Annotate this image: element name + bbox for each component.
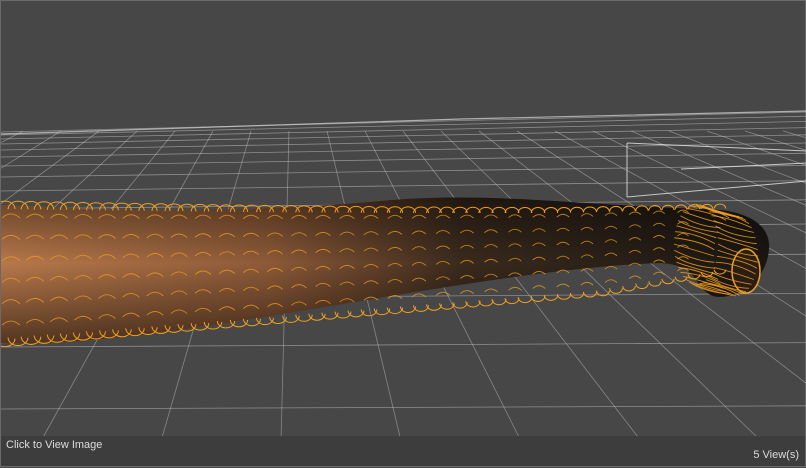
manipulator-gizmo[interactable]	[626, 142, 806, 198]
hair-loop	[426, 304, 442, 311]
hair-loop	[517, 296, 533, 304]
hair-strand	[508, 286, 522, 291]
worm-mesh[interactable]	[1, 197, 770, 344]
views-count: 5 View(s)	[753, 449, 799, 461]
grid-line	[592, 130, 806, 234]
hair-loop	[648, 281, 662, 287]
hair-loop	[478, 300, 494, 307]
grid-line	[1, 111, 806, 133]
hair-loop	[452, 302, 468, 309]
click-to-view-image-link[interactable]: Click to View Image	[6, 439, 102, 451]
hair-loop	[504, 298, 520, 305]
hair-loop	[713, 203, 727, 209]
hair-loop	[569, 292, 585, 299]
hair-loop	[635, 283, 649, 290]
grid-line	[1, 342, 806, 348]
hair-loop	[543, 294, 559, 301]
hair-loop	[583, 291, 597, 298]
hair-strand	[580, 281, 594, 286]
hair-strand	[556, 283, 570, 288]
gizmo-axis-line[interactable]	[626, 180, 806, 198]
3d-viewport[interactable]: Click to View Image 5 View(s)	[0, 0, 806, 467]
hair-loop	[622, 285, 636, 292]
worm-shading	[1, 197, 770, 344]
hair-strand	[532, 285, 546, 289]
hair-loop	[465, 301, 481, 308]
hair-strand	[460, 290, 474, 294]
scene-canvas[interactable]	[1, 1, 806, 468]
grid-line	[1, 405, 806, 410]
grid-line	[1, 180, 806, 192]
hair-strand	[604, 279, 618, 283]
hair-strand	[580, 268, 594, 272]
grid-line	[516, 130, 806, 317]
status-bar: Click to View Image 5 View(s)	[1, 436, 805, 466]
hair-loop	[413, 305, 429, 312]
hair-loop	[609, 288, 623, 294]
hair-loop	[256, 317, 274, 326]
hair-strand	[604, 265, 618, 270]
hair-loop	[491, 299, 507, 306]
hair-strand	[484, 288, 498, 293]
hair-strand	[628, 275, 642, 279]
grid-line	[782, 130, 806, 139]
hair-loop	[282, 315, 300, 323]
